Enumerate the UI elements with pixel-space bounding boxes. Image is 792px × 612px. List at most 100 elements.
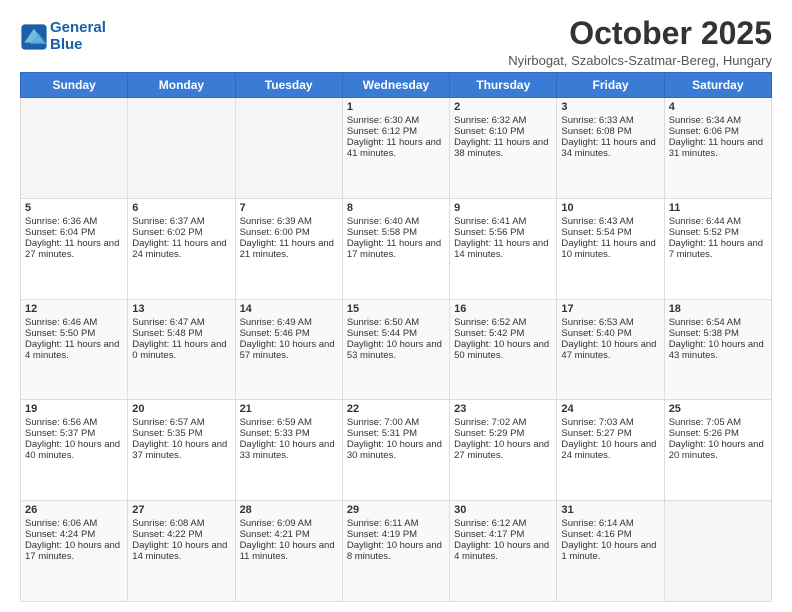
day-number: 21 xyxy=(240,403,338,415)
calendar-cell: 3Sunrise: 6:33 AMSunset: 6:08 PMDaylight… xyxy=(557,98,664,199)
day-info: Sunset: 5:35 PM xyxy=(132,428,230,439)
day-number: 27 xyxy=(132,504,230,516)
day-info: Sunset: 4:17 PM xyxy=(454,529,552,540)
day-info: Sunrise: 6:34 AM xyxy=(669,115,767,126)
calendar-cell: 9Sunrise: 6:41 AMSunset: 5:56 PMDaylight… xyxy=(450,198,557,299)
day-info: Daylight: 11 hours and 34 minutes. xyxy=(561,137,659,159)
day-info: Daylight: 11 hours and 21 minutes. xyxy=(240,238,338,260)
day-info: Sunrise: 6:44 AM xyxy=(669,216,767,227)
day-info: Daylight: 11 hours and 10 minutes. xyxy=(561,238,659,260)
day-header-monday: Monday xyxy=(128,73,235,98)
day-header-sunday: Sunday xyxy=(21,73,128,98)
logo-icon xyxy=(20,23,48,51)
calendar-cell: 25Sunrise: 7:05 AMSunset: 5:26 PMDayligh… xyxy=(664,400,771,501)
day-info: Sunrise: 7:03 AM xyxy=(561,417,659,428)
day-info: Sunset: 5:27 PM xyxy=(561,428,659,439)
day-number: 3 xyxy=(561,101,659,113)
day-number: 11 xyxy=(669,202,767,214)
day-number: 4 xyxy=(669,101,767,113)
calendar: SundayMondayTuesdayWednesdayThursdayFrid… xyxy=(20,72,772,602)
day-info: Sunrise: 6:33 AM xyxy=(561,115,659,126)
calendar-cell xyxy=(664,501,771,602)
week-row-1: 1Sunrise: 6:30 AMSunset: 6:12 PMDaylight… xyxy=(21,98,772,199)
day-number: 8 xyxy=(347,202,445,214)
day-number: 16 xyxy=(454,303,552,315)
day-header-tuesday: Tuesday xyxy=(235,73,342,98)
day-headers-row: SundayMondayTuesdayWednesdayThursdayFrid… xyxy=(21,73,772,98)
day-info: Daylight: 10 hours and 40 minutes. xyxy=(25,439,123,461)
day-info: Sunset: 5:56 PM xyxy=(454,227,552,238)
day-info: Sunset: 5:44 PM xyxy=(347,328,445,339)
day-info: Sunrise: 7:02 AM xyxy=(454,417,552,428)
day-number: 25 xyxy=(669,403,767,415)
day-info: Sunset: 5:33 PM xyxy=(240,428,338,439)
day-header-friday: Friday xyxy=(557,73,664,98)
day-info: Sunrise: 6:36 AM xyxy=(25,216,123,227)
page: General Blue October 2025 Nyirbogat, Sza… xyxy=(0,0,792,612)
calendar-cell xyxy=(235,98,342,199)
calendar-cell: 6Sunrise: 6:37 AMSunset: 6:02 PMDaylight… xyxy=(128,198,235,299)
day-info: Sunset: 4:24 PM xyxy=(25,529,123,540)
day-info: Sunset: 4:19 PM xyxy=(347,529,445,540)
calendar-cell: 15Sunrise: 6:50 AMSunset: 5:44 PMDayligh… xyxy=(342,299,449,400)
day-number: 17 xyxy=(561,303,659,315)
day-info: Sunrise: 6:41 AM xyxy=(454,216,552,227)
calendar-cell: 20Sunrise: 6:57 AMSunset: 5:35 PMDayligh… xyxy=(128,400,235,501)
calendar-cell: 26Sunrise: 6:06 AMSunset: 4:24 PMDayligh… xyxy=(21,501,128,602)
location-subtitle: Nyirbogat, Szabolcs-Szatmar-Bereg, Hunga… xyxy=(508,53,772,68)
day-info: Sunset: 5:46 PM xyxy=(240,328,338,339)
day-info: Sunrise: 7:00 AM xyxy=(347,417,445,428)
day-info: Daylight: 10 hours and 17 minutes. xyxy=(25,540,123,562)
day-number: 19 xyxy=(25,403,123,415)
day-info: Daylight: 11 hours and 14 minutes. xyxy=(454,238,552,260)
day-info: Sunset: 5:37 PM xyxy=(25,428,123,439)
day-info: Daylight: 11 hours and 24 minutes. xyxy=(132,238,230,260)
week-row-5: 26Sunrise: 6:06 AMSunset: 4:24 PMDayligh… xyxy=(21,501,772,602)
day-info: Sunrise: 6:56 AM xyxy=(25,417,123,428)
day-info: Daylight: 11 hours and 27 minutes. xyxy=(25,238,123,260)
day-header-saturday: Saturday xyxy=(664,73,771,98)
day-number: 10 xyxy=(561,202,659,214)
day-info: Sunrise: 6:49 AM xyxy=(240,317,338,328)
day-number: 28 xyxy=(240,504,338,516)
day-info: Daylight: 10 hours and 33 minutes. xyxy=(240,439,338,461)
day-info: Sunset: 5:29 PM xyxy=(454,428,552,439)
calendar-cell: 12Sunrise: 6:46 AMSunset: 5:50 PMDayligh… xyxy=(21,299,128,400)
day-info: Sunrise: 6:43 AM xyxy=(561,216,659,227)
day-info: Sunrise: 6:47 AM xyxy=(132,317,230,328)
month-title: October 2025 xyxy=(508,16,772,51)
day-info: Daylight: 10 hours and 11 minutes. xyxy=(240,540,338,562)
day-info: Sunrise: 6:46 AM xyxy=(25,317,123,328)
calendar-cell: 10Sunrise: 6:43 AMSunset: 5:54 PMDayligh… xyxy=(557,198,664,299)
day-number: 31 xyxy=(561,504,659,516)
week-row-4: 19Sunrise: 6:56 AMSunset: 5:37 PMDayligh… xyxy=(21,400,772,501)
day-info: Sunset: 5:26 PM xyxy=(669,428,767,439)
day-info: Daylight: 10 hours and 27 minutes. xyxy=(454,439,552,461)
day-number: 12 xyxy=(25,303,123,315)
day-info: Daylight: 10 hours and 8 minutes. xyxy=(347,540,445,562)
calendar-cell: 13Sunrise: 6:47 AMSunset: 5:48 PMDayligh… xyxy=(128,299,235,400)
day-number: 24 xyxy=(561,403,659,415)
day-info: Daylight: 11 hours and 7 minutes. xyxy=(669,238,767,260)
day-info: Daylight: 11 hours and 0 minutes. xyxy=(132,339,230,361)
day-info: Sunrise: 6:40 AM xyxy=(347,216,445,227)
day-number: 30 xyxy=(454,504,552,516)
day-info: Sunrise: 6:12 AM xyxy=(454,518,552,529)
calendar-cell: 27Sunrise: 6:08 AMSunset: 4:22 PMDayligh… xyxy=(128,501,235,602)
day-info: Sunset: 5:52 PM xyxy=(669,227,767,238)
calendar-cell: 18Sunrise: 6:54 AMSunset: 5:38 PMDayligh… xyxy=(664,299,771,400)
calendar-cell xyxy=(21,98,128,199)
day-info: Daylight: 10 hours and 4 minutes. xyxy=(454,540,552,562)
day-info: Sunrise: 6:37 AM xyxy=(132,216,230,227)
day-info: Sunset: 5:42 PM xyxy=(454,328,552,339)
day-info: Daylight: 10 hours and 30 minutes. xyxy=(347,439,445,461)
day-number: 23 xyxy=(454,403,552,415)
day-info: Sunrise: 6:54 AM xyxy=(669,317,767,328)
logo: General Blue xyxy=(20,20,106,53)
day-info: Daylight: 11 hours and 41 minutes. xyxy=(347,137,445,159)
day-info: Sunrise: 6:39 AM xyxy=(240,216,338,227)
calendar-cell: 14Sunrise: 6:49 AMSunset: 5:46 PMDayligh… xyxy=(235,299,342,400)
title-block: October 2025 Nyirbogat, Szabolcs-Szatmar… xyxy=(508,16,772,68)
day-number: 6 xyxy=(132,202,230,214)
day-info: Daylight: 10 hours and 50 minutes. xyxy=(454,339,552,361)
